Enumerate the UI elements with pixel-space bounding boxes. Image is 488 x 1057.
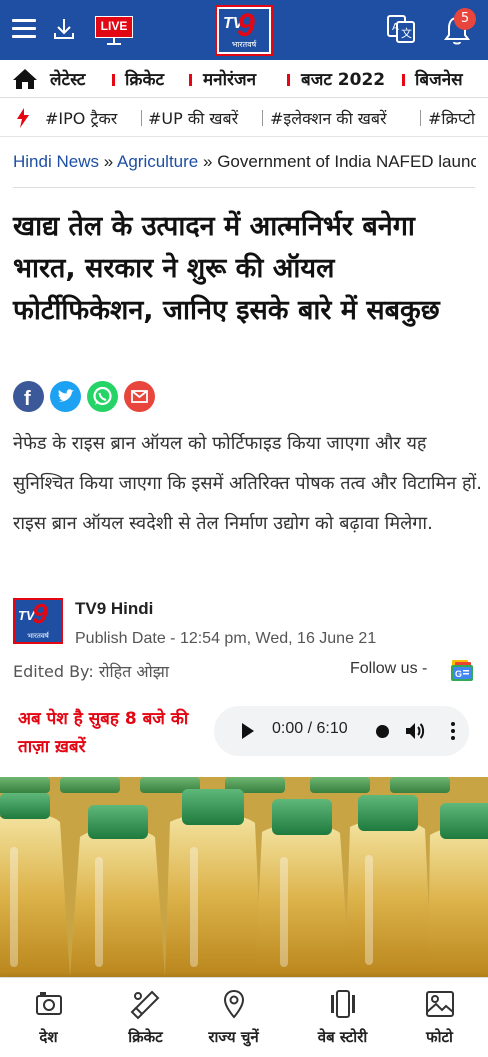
audio-progress-thumb[interactable] [376,725,389,738]
location-pin-icon [218,988,250,1020]
article-hero-image [0,777,488,977]
more-options-icon[interactable] [450,720,456,742]
google-news-icon[interactable]: G [450,659,474,683]
bottom-nav-cricket[interactable]: क्रिकेट [97,978,194,1057]
lightning-bolt-icon [16,108,30,128]
bottom-nav-select-state[interactable]: राज्य चुनें [185,978,282,1057]
breadcrumb-home-link[interactable]: Hindi News [13,152,99,171]
facebook-share-button[interactable]: f [13,381,44,412]
notifications-button[interactable]: 5 [442,8,478,46]
trending-bar: #IPO ट्रैकर #UP की खबरें #इलेक्शन की खबर… [0,99,488,137]
bottom-nav-label: वेब स्टोरी [317,1028,368,1046]
live-badge: LIVE [95,16,133,38]
breadcrumb-separator: » [202,152,213,171]
trending-item[interactable]: #UP की खबरें [148,107,238,129]
article-summary: नेफेड के राइस ब्रान ऑयल को फोर्टिफाइड कि… [13,433,482,534]
nav-latest[interactable]: लेटेस्ट [50,67,85,90]
bottom-nav-label: क्रिकेट [128,1028,163,1046]
volume-icon[interactable] [404,720,426,742]
tv9-logo[interactable]: TV 9 भारतवर्ष [215,5,273,56]
cricket-bat-icon [130,988,162,1020]
photo-icon [424,988,456,1020]
trending-item[interactable]: #क्रिप्टो [428,107,475,129]
audio-promo-text: अब पेश है सुबह 8 बजे की ताज़ा ख़बरें [18,709,189,757]
publish-date: Publish Date - 12:54 pm, Wed, 16 June 21 [75,630,377,647]
bottom-nav-web-story[interactable]: वेब स्टोरी [294,978,391,1057]
nav-business[interactable]: बिजनेस [415,67,463,90]
author-avatar: TV 9 भारतवर्ष [13,598,63,644]
home-icon[interactable] [12,68,38,90]
breadcrumb: Hindi News » Agriculture » Government of… [13,152,476,172]
bottom-nav-desh[interactable]: देश [0,978,97,1057]
trending-item[interactable]: #IPO ट्रैकर [45,107,117,129]
bottom-nav-photo[interactable]: फोटो [391,978,488,1057]
download-icon[interactable] [52,16,76,42]
live-tv-button[interactable]: LIVE [95,16,133,46]
hamburger-menu-icon[interactable] [12,19,36,39]
bottom-nav: देश क्रिकेट राज्य चुनें वेब स्टोरी फोटो [0,977,488,1057]
divider [13,187,475,188]
nav-entertainment[interactable]: मनोरंजन [203,67,256,90]
twitter-icon [58,389,74,402]
play-icon[interactable] [241,723,255,739]
top-header: LIVE TV 9 भारतवर्ष A 文 5 [0,0,488,60]
svg-text:G: G [455,669,462,679]
audio-player: 0:00 / 6:10 [214,706,469,756]
breadcrumb-current: Government of India NAFED launched rice … [217,152,476,171]
whatsapp-icon [93,386,112,406]
desh-icon [33,988,65,1020]
svg-text:f: f [24,388,31,410]
bottom-nav-label: देश [39,1028,58,1046]
svg-text:文: 文 [401,26,412,40]
edited-by: Edited By: रोहित ओझा [13,662,169,681]
bottom-nav-label: फोटो [426,1028,453,1046]
svg-text:A: A [392,22,399,33]
notification-count-badge: 5 [454,8,476,30]
twitter-share-button[interactable] [50,381,81,412]
follow-us-label: Follow us - [350,660,428,677]
trending-item[interactable]: #इलेक्शन की खबरें [270,107,387,129]
bottom-nav-label: राज्य चुनें [208,1028,259,1046]
logo-subtitle: भारतवर्ष [231,40,257,49]
breadcrumb-separator: » [103,152,114,171]
nav-cricket[interactable]: क्रिकेट [125,67,164,90]
category-nav: लेटेस्ट क्रिकेट मनोरंजन बजट 2022 बिजनेस [0,60,488,98]
author-name[interactable]: TV9 Hindi [75,599,153,619]
translate-icon[interactable]: A 文 [386,14,416,44]
web-story-icon [327,988,359,1020]
nav-budget-2022[interactable]: बजट 2022 [301,67,385,90]
article-headline: खाद्य तेल के उत्पादन में आत्मनिर्भर बनेग… [13,211,440,326]
whatsapp-share-button[interactable] [87,381,118,412]
email-icon [131,390,148,403]
audio-time: 0:00 / 6:10 [272,720,348,737]
facebook-icon: f [24,388,31,410]
email-share-button[interactable] [124,381,155,412]
breadcrumb-section-link[interactable]: Agriculture [117,152,198,171]
